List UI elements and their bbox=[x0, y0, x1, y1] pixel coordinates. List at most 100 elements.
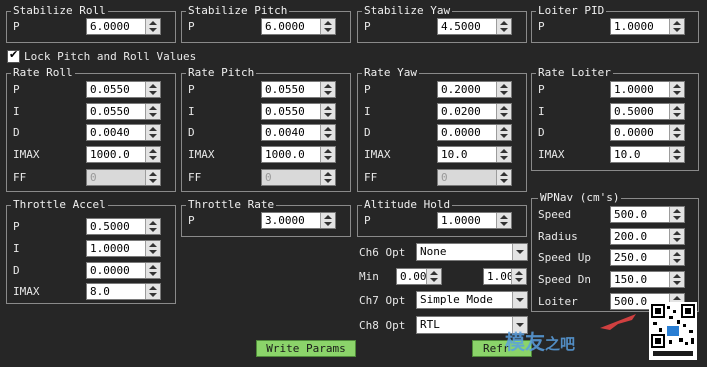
spin-down-icon[interactable] bbox=[149, 28, 157, 32]
dropdown-button[interactable] bbox=[512, 292, 527, 308]
spin-down-icon[interactable] bbox=[500, 156, 508, 160]
spin-up-icon[interactable] bbox=[324, 84, 332, 88]
spin-arrows[interactable] bbox=[669, 19, 684, 34]
throttle-rate-p-input[interactable]: 3.0000 bbox=[261, 212, 336, 229]
spin-arrows[interactable] bbox=[669, 250, 684, 265]
spin-up-icon[interactable] bbox=[673, 84, 681, 88]
spin-up-icon[interactable] bbox=[500, 215, 508, 219]
spin-down-icon[interactable] bbox=[149, 228, 157, 232]
rate-loiter-p-input[interactable]: 1.0000 bbox=[610, 81, 685, 98]
spin-down-icon[interactable] bbox=[500, 134, 508, 138]
spin-up-icon[interactable] bbox=[149, 149, 157, 153]
spin-down-icon[interactable] bbox=[500, 222, 508, 226]
spin-up-icon[interactable] bbox=[149, 243, 157, 247]
spin-up-icon[interactable] bbox=[673, 21, 681, 25]
rate-yaw-p-input[interactable]: 0.2000 bbox=[437, 81, 512, 98]
spin-arrows[interactable] bbox=[145, 219, 160, 234]
spin-down-icon[interactable] bbox=[324, 156, 332, 160]
spin-up-icon[interactable] bbox=[673, 209, 681, 213]
spin-down-icon[interactable] bbox=[149, 250, 157, 254]
spin-up-icon[interactable] bbox=[149, 84, 157, 88]
spin-up-icon[interactable] bbox=[149, 127, 157, 131]
stabilize-roll-p-input[interactable]: 6.0000 bbox=[86, 18, 161, 35]
spin-up-icon[interactable] bbox=[500, 106, 508, 110]
rate-loiter-d-input[interactable]: 0.0000 bbox=[610, 124, 685, 141]
wpnav-speed-up-input[interactable]: 250.0 bbox=[610, 249, 685, 266]
wpnav-speed-dn-input[interactable]: 150.0 bbox=[610, 271, 685, 288]
spin-down-icon[interactable] bbox=[673, 238, 681, 242]
spin-down-icon[interactable] bbox=[324, 113, 332, 117]
altitude-hold-p-input[interactable]: 1.0000 bbox=[437, 212, 512, 229]
spin-arrows[interactable] bbox=[669, 229, 684, 244]
spin-arrows[interactable] bbox=[145, 104, 160, 119]
spin-down-icon[interactable] bbox=[324, 28, 332, 32]
spin-arrows[interactable] bbox=[511, 269, 526, 284]
write-params-button[interactable]: Write Params bbox=[256, 340, 356, 357]
loiter-pid-p-input[interactable]: 1.0000 bbox=[610, 18, 685, 35]
rate-yaw-imax-input[interactable]: 10.0 bbox=[437, 146, 512, 163]
spin-arrows[interactable] bbox=[320, 82, 335, 97]
spin-down-icon[interactable] bbox=[500, 113, 508, 117]
spin-up-icon[interactable] bbox=[149, 221, 157, 225]
spin-arrows[interactable] bbox=[145, 19, 160, 34]
rate-pitch-d-input[interactable]: 0.0040 bbox=[261, 124, 336, 141]
spin-up-icon[interactable] bbox=[500, 21, 508, 25]
spin-arrows[interactable] bbox=[320, 125, 335, 140]
rate-loiter-i-input[interactable]: 0.5000 bbox=[610, 103, 685, 120]
ch7-opt-select[interactable]: Simple Mode bbox=[416, 291, 528, 309]
spin-down-icon[interactable] bbox=[673, 259, 681, 263]
spin-up-icon[interactable] bbox=[324, 106, 332, 110]
spin-down-icon[interactable] bbox=[430, 278, 438, 282]
spin-down-icon[interactable] bbox=[673, 28, 681, 32]
spin-arrows[interactable] bbox=[669, 104, 684, 119]
spin-down-icon[interactable] bbox=[673, 113, 681, 117]
spin-up-icon[interactable] bbox=[673, 252, 681, 256]
spin-arrows[interactable] bbox=[669, 272, 684, 287]
spin-up-icon[interactable] bbox=[149, 265, 157, 269]
rate-roll-d-input[interactable]: 0.0040 bbox=[86, 124, 161, 141]
dropdown-button[interactable] bbox=[512, 244, 527, 260]
rate-pitch-i-input[interactable]: 0.0550 bbox=[261, 103, 336, 120]
spin-arrows[interactable] bbox=[496, 147, 511, 162]
spin-arrows[interactable] bbox=[426, 269, 441, 284]
spin-arrows[interactable] bbox=[496, 213, 511, 228]
rate-loiter-imax-input[interactable]: 10.0 bbox=[610, 146, 685, 163]
spin-down-icon[interactable] bbox=[515, 278, 523, 282]
spin-arrows[interactable] bbox=[145, 147, 160, 162]
spin-up-icon[interactable] bbox=[324, 21, 332, 25]
spin-up-icon[interactable] bbox=[500, 149, 508, 153]
spin-up-icon[interactable] bbox=[673, 149, 681, 153]
spin-down-icon[interactable] bbox=[149, 293, 157, 297]
spin-arrows[interactable] bbox=[145, 241, 160, 256]
rate-roll-imax-input[interactable]: 1000.0 bbox=[86, 146, 161, 163]
spin-down-icon[interactable] bbox=[500, 28, 508, 32]
spin-down-icon[interactable] bbox=[673, 216, 681, 220]
spin-up-icon[interactable] bbox=[324, 215, 332, 219]
throttle-accel-p-input[interactable]: 0.5000 bbox=[86, 218, 161, 235]
chevron-down-icon[interactable] bbox=[516, 250, 524, 254]
spin-down-icon[interactable] bbox=[149, 156, 157, 160]
spin-arrows[interactable] bbox=[145, 82, 160, 97]
spin-down-icon[interactable] bbox=[673, 281, 681, 285]
spin-arrows[interactable] bbox=[669, 82, 684, 97]
spin-arrows[interactable] bbox=[496, 104, 511, 119]
spin-down-icon[interactable] bbox=[324, 222, 332, 226]
lock-pitch-roll-checkbox[interactable]: ✔ bbox=[7, 48, 20, 63]
spin-down-icon[interactable] bbox=[149, 91, 157, 95]
throttle-accel-imax-input[interactable]: 8.0 bbox=[86, 283, 161, 300]
rate-yaw-i-input[interactable]: 0.0200 bbox=[437, 103, 512, 120]
spin-arrows[interactable] bbox=[669, 147, 684, 162]
spin-up-icon[interactable] bbox=[149, 286, 157, 290]
rate-roll-p-input[interactable]: 0.0550 bbox=[86, 81, 161, 98]
spin-down-icon[interactable] bbox=[673, 134, 681, 138]
spin-down-icon[interactable] bbox=[149, 134, 157, 138]
spin-arrows[interactable] bbox=[669, 207, 684, 222]
spin-up-icon[interactable] bbox=[324, 127, 332, 131]
spin-arrows[interactable] bbox=[320, 19, 335, 34]
ch6-opt-select[interactable]: None bbox=[416, 243, 528, 261]
spin-up-icon[interactable] bbox=[324, 149, 332, 153]
spin-up-icon[interactable] bbox=[149, 106, 157, 110]
wpnav-speed-input[interactable]: 500.0 bbox=[610, 206, 685, 223]
rate-pitch-p-input[interactable]: 0.0550 bbox=[261, 81, 336, 98]
spin-down-icon[interactable] bbox=[673, 156, 681, 160]
